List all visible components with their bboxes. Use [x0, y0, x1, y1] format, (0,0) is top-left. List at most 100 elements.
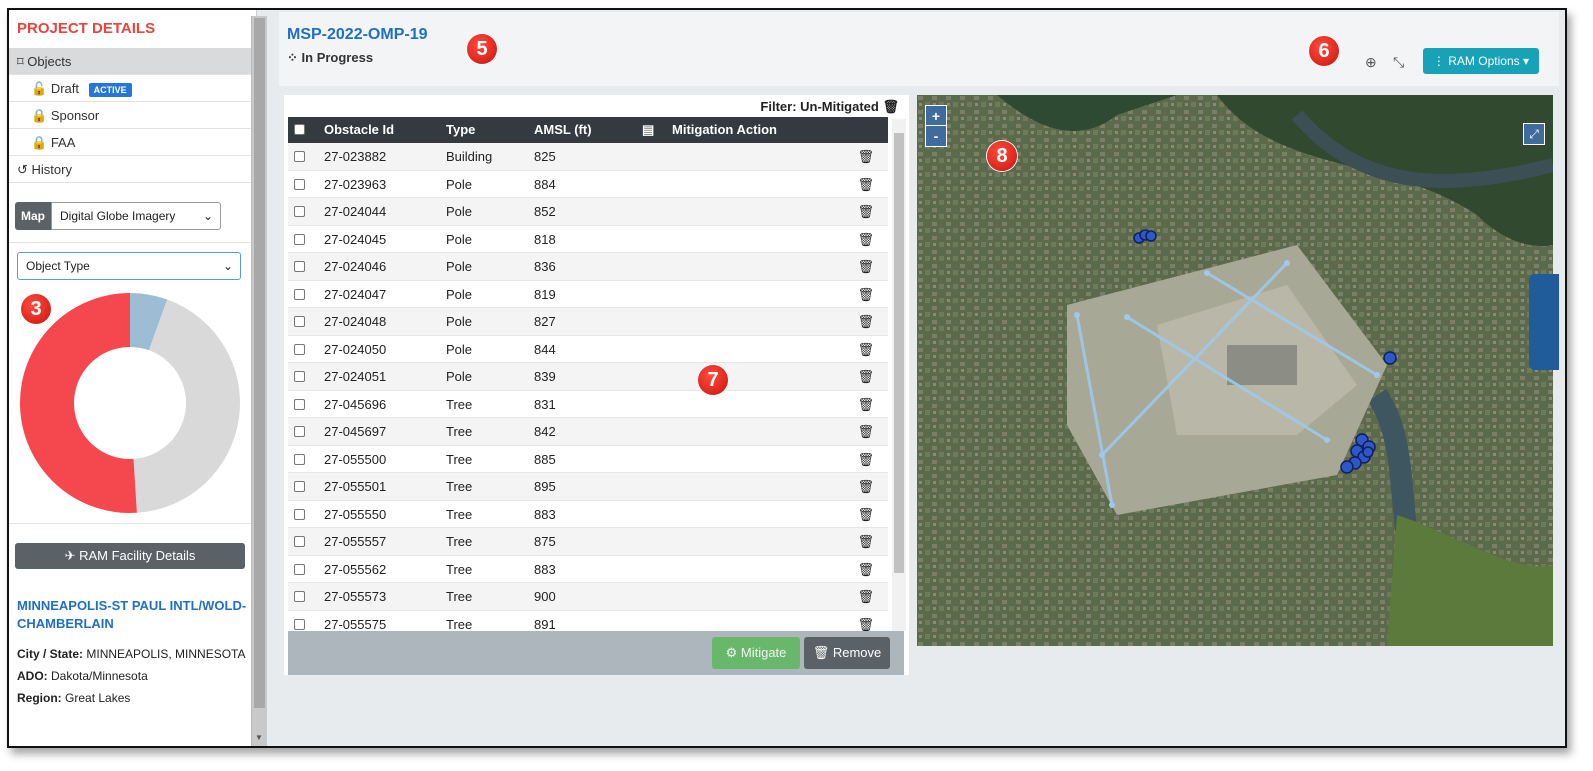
- callout-6: 6: [1309, 36, 1339, 66]
- mitigate-button[interactable]: ⚙ Mitigate: [712, 637, 800, 669]
- table-row[interactable]: 27-055575 Tree 891 🗑: [288, 610, 888, 632]
- row-checkbox[interactable]: [294, 563, 305, 575]
- row-checkbox[interactable]: [294, 426, 305, 437]
- callout-3: 3: [21, 294, 51, 324]
- trash-icon[interactable]: 🗑: [857, 259, 874, 275]
- trash-icon[interactable]: 🗑: [857, 314, 874, 330]
- map-view[interactable]: + - ⤢ 8: [917, 95, 1553, 646]
- table-row[interactable]: 27-024051 Pole 839 🗑: [288, 363, 888, 391]
- trash-icon[interactable]: 🗑: [857, 424, 874, 440]
- zoom-in-button[interactable]: +: [926, 106, 946, 126]
- row-checkbox[interactable]: [294, 233, 305, 245]
- trash-icon[interactable]: 🗑: [857, 369, 874, 385]
- row-checkbox[interactable]: [294, 206, 305, 217]
- zoom-out-button[interactable]: -: [926, 126, 946, 146]
- row-checkbox[interactable]: [294, 288, 305, 300]
- facility-city: City / State: MINNEAPOLIS, MINNESOTA: [17, 645, 249, 663]
- trash-icon[interactable]: 🗑: [857, 479, 874, 495]
- trash-icon[interactable]: 🗑: [857, 452, 874, 468]
- facility-info: MINNEAPOLIS-ST PAUL INTL/WOLD-CHAMBERLAI…: [9, 587, 257, 721]
- trash-icon[interactable]: 🗑: [857, 177, 874, 193]
- sidebar-scrollbar[interactable]: ▼: [251, 16, 267, 746]
- ram-options-button[interactable]: ⋮ RAM Options ▾: [1422, 48, 1539, 74]
- trash-icon[interactable]: 🗑: [857, 507, 874, 523]
- type-cell: Tree: [446, 396, 473, 412]
- table-row[interactable]: 27-024048 Pole 827 🗑: [288, 308, 888, 336]
- ado-label: ADO:: [17, 669, 48, 683]
- trash-icon[interactable]: 🗑: [857, 232, 874, 248]
- fullscreen-icon[interactable]: ⤢: [1523, 123, 1545, 145]
- scrollbar-thumb[interactable]: [254, 18, 265, 708]
- trash-icon[interactable]: 🗑: [857, 149, 874, 165]
- row-checkbox[interactable]: [294, 316, 305, 327]
- row-checkbox[interactable]: [294, 618, 305, 630]
- column-header-obstacle-id[interactable]: Obstacle Id: [324, 117, 394, 143]
- trash-icon[interactable]: 🗑: [857, 534, 874, 550]
- table-row[interactable]: 27-023882 Building 825 🗑: [288, 143, 888, 171]
- row-checkbox[interactable]: [294, 591, 305, 602]
- table-row[interactable]: 27-055500 Tree 885 🗑: [288, 445, 888, 473]
- add-circle-icon[interactable]: ⊕: [1365, 54, 1377, 71]
- sidebar-item-label: History: [31, 162, 72, 177]
- row-checkbox[interactable]: [294, 178, 305, 190]
- type-cell: Tree: [446, 424, 473, 439]
- sidebar-item-draft[interactable]: 🔓 Draft ACTIVE: [9, 75, 256, 102]
- city-label: City / State:: [17, 647, 84, 661]
- sidebar-item-faa[interactable]: 🔒 FAA: [9, 129, 256, 156]
- document-icon[interactable]: ▤: [642, 117, 654, 143]
- trash-icon[interactable]: 🗑: [857, 342, 874, 358]
- ram-facility-details-button[interactable]: ✈ RAM Facility Details: [15, 543, 245, 569]
- row-checkbox[interactable]: [294, 453, 305, 465]
- table-row[interactable]: 27-024046 Pole 836 🗑: [288, 253, 888, 281]
- row-checkbox[interactable]: [294, 151, 305, 162]
- trash-icon[interactable]: 🗑: [857, 562, 874, 578]
- row-checkbox[interactable]: [294, 371, 305, 382]
- map-side-panel-tab[interactable]: [1529, 274, 1559, 370]
- ram-options-label: RAM Options: [1448, 54, 1520, 68]
- sidebar-item-sponsor[interactable]: 🔒 Sponsor: [9, 102, 256, 129]
- trash-icon[interactable]: 🗑: [857, 204, 874, 220]
- column-header-mitigation-action[interactable]: Mitigation Action: [672, 117, 777, 143]
- remove-button[interactable]: 🗑 Remove: [804, 637, 890, 669]
- donut-segment[interactable]: [19, 293, 137, 513]
- sidebar-item-history[interactable]: ↺ History: [9, 156, 256, 183]
- table-row[interactable]: 27-024045 Pole 818 🗑: [288, 225, 888, 253]
- table-row[interactable]: 27-055501 Tree 895 🗑: [288, 473, 888, 501]
- amsl-cell: 875: [534, 534, 556, 549]
- trash-icon[interactable]: 🗑: [857, 397, 874, 413]
- obstacle-id-cell: 27-055562: [324, 561, 387, 577]
- object-type-select[interactable]: Object Type ⌄: [17, 252, 241, 280]
- amsl-cell: 842: [534, 424, 556, 439]
- trash-icon[interactable]: 🗑: [857, 617, 874, 632]
- table-row[interactable]: 27-055562 Tree 883 🗑: [288, 555, 888, 583]
- row-checkbox[interactable]: [294, 261, 305, 272]
- row-checkbox[interactable]: [294, 481, 305, 492]
- table-row[interactable]: 27-045696 Tree 831 🗑: [288, 390, 888, 418]
- row-checkbox[interactable]: [294, 398, 305, 410]
- row-checkbox[interactable]: [294, 343, 305, 355]
- table-row[interactable]: 27-024044 Pole 852 🗑: [288, 198, 888, 226]
- obstacle-id-cell: 27-023882: [324, 149, 387, 164]
- table-row[interactable]: 27-055573 Tree 900 🗑: [288, 583, 888, 611]
- table-row[interactable]: 27-024047 Pole 819 🗑: [288, 280, 888, 308]
- column-header-amsl[interactable]: AMSL (ft): [534, 117, 592, 143]
- scrollbar-thumb[interactable]: [894, 133, 904, 573]
- sidebar-item-objects[interactable]: ⌑ Objects: [9, 48, 256, 75]
- row-checkbox[interactable]: [294, 508, 305, 520]
- status-label: In Progress: [301, 50, 374, 65]
- select-all-checkbox[interactable]: [294, 124, 305, 135]
- map-imagery-select[interactable]: Digital Globe Imagery ⌄: [51, 202, 221, 230]
- trash-icon[interactable]: 🗑: [857, 589, 874, 605]
- clear-filter-trash-icon[interactable]: 🗑: [882, 99, 899, 114]
- column-header-type[interactable]: Type: [446, 117, 475, 143]
- trash-icon[interactable]: 🗑: [857, 287, 874, 303]
- table-scrollbar[interactable]: [892, 119, 906, 631]
- table-row[interactable]: 27-055557 Tree 875 🗑: [288, 528, 888, 556]
- table-row[interactable]: 27-023963 Pole 884 🗑: [288, 170, 888, 198]
- scroll-down-icon[interactable]: ▼: [255, 733, 263, 742]
- table-row[interactable]: 27-055550 Tree 883 🗑: [288, 500, 888, 528]
- collapse-icon[interactable]: ⤡: [1393, 54, 1404, 71]
- row-checkbox[interactable]: [294, 536, 305, 547]
- table-row[interactable]: 27-045697 Tree 842 🗑: [288, 418, 888, 446]
- table-row[interactable]: 27-024050 Pole 844 🗑: [288, 335, 888, 363]
